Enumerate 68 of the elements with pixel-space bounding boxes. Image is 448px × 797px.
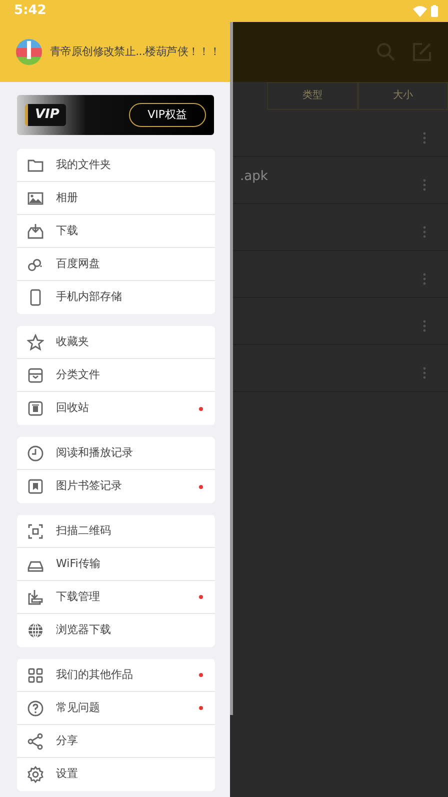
box-icon bbox=[27, 366, 44, 384]
drawer-item[interactable]: 回收站 bbox=[17, 392, 215, 425]
column-tab[interactable]: 大小 bbox=[358, 82, 448, 110]
bookmark-icon bbox=[27, 478, 44, 495]
item-label: 百度网盘 bbox=[56, 256, 101, 272]
drawer-item[interactable]: 相册 bbox=[17, 182, 215, 215]
file-name: .apk bbox=[240, 168, 269, 186]
vip-benefits-button[interactable]: VIP权益 bbox=[128, 102, 206, 128]
more-icon[interactable] bbox=[423, 320, 426, 332]
item-label: 阅读和播放记录 bbox=[56, 444, 134, 461]
drawer-item[interactable]: 常见问题 bbox=[17, 692, 215, 725]
item-label: 分类文件 bbox=[56, 366, 101, 383]
app-logo-icon bbox=[16, 39, 42, 65]
drawer-item[interactable]: 下载管理 bbox=[17, 581, 215, 614]
vip-badge: VIP bbox=[25, 104, 66, 126]
item-label: 设置 bbox=[56, 766, 79, 782]
item-label: 我的文件夹 bbox=[56, 156, 112, 173]
item-label: 浏览器下载 bbox=[56, 622, 112, 638]
item-label: 扫描二维码 bbox=[56, 522, 112, 539]
item-label: 下载 bbox=[56, 222, 79, 239]
grid-icon bbox=[27, 666, 44, 684]
qr-scan-icon bbox=[27, 522, 44, 540]
drawer-item[interactable]: 扫描二维码 bbox=[17, 515, 215, 548]
drawer-item[interactable]: 设置 bbox=[17, 758, 215, 791]
item-label: 收藏夹 bbox=[56, 334, 90, 350]
drawer-item[interactable]: 收藏夹 bbox=[17, 326, 215, 359]
search-icon[interactable] bbox=[376, 42, 396, 62]
download-manager-icon bbox=[27, 588, 44, 606]
settings-icon bbox=[27, 766, 44, 783]
drawer-item[interactable]: 我的文件夹 bbox=[17, 149, 215, 182]
drawer-item[interactable]: 下载 bbox=[17, 215, 215, 248]
drawer-item[interactable]: 浏览器下载 bbox=[17, 614, 215, 647]
more-icon[interactable] bbox=[423, 273, 426, 285]
question-icon bbox=[27, 700, 44, 716]
item-label: WiFi传输 bbox=[56, 556, 102, 572]
drawer-item[interactable]: 我们的其他作品 bbox=[17, 659, 215, 692]
drawer-title: 青帝原创修改禁止...楼葫芦侠！！！ bbox=[50, 44, 220, 60]
wifi-icon bbox=[413, 6, 427, 16]
column-tab[interactable]: 类型 bbox=[267, 82, 358, 110]
share-icon bbox=[27, 732, 44, 750]
drawer-item[interactable]: 分享 bbox=[17, 725, 215, 758]
image-icon bbox=[27, 190, 44, 206]
globe-icon bbox=[27, 622, 44, 639]
more-icon[interactable] bbox=[423, 367, 426, 379]
trash-icon bbox=[27, 400, 44, 417]
tray-download-icon bbox=[27, 222, 44, 240]
item-label: 图片书签记录 bbox=[56, 478, 123, 494]
more-icon[interactable] bbox=[423, 132, 426, 144]
drawer-item[interactable]: 阅读和播放记录 bbox=[17, 437, 215, 470]
item-label: 相册 bbox=[56, 190, 79, 206]
drawer-item[interactable]: 百度网盘 bbox=[17, 248, 215, 281]
item-label: 常见问题 bbox=[56, 700, 101, 716]
status-time: 5:42 bbox=[14, 2, 46, 20]
clock-icon bbox=[27, 444, 44, 462]
drawer-item[interactable]: 分类文件 bbox=[17, 359, 215, 392]
drawer-item[interactable]: 手机内部存储 bbox=[17, 281, 215, 314]
item-label: 手机内部存储 bbox=[56, 289, 123, 306]
star-icon bbox=[27, 334, 44, 350]
drawer-item[interactable]: WiFi传输 bbox=[17, 548, 215, 581]
battery-icon bbox=[431, 5, 438, 17]
item-label: 分享 bbox=[56, 732, 79, 749]
item-label: 下载管理 bbox=[56, 588, 101, 605]
item-label: 回收站 bbox=[56, 400, 90, 416]
drawer-item[interactable]: 图片书签记录 bbox=[17, 470, 215, 503]
edit-icon[interactable] bbox=[412, 42, 432, 62]
more-icon[interactable] bbox=[423, 226, 426, 238]
more-icon[interactable] bbox=[423, 179, 426, 191]
item-label: 我们的其他作品 bbox=[56, 666, 134, 683]
